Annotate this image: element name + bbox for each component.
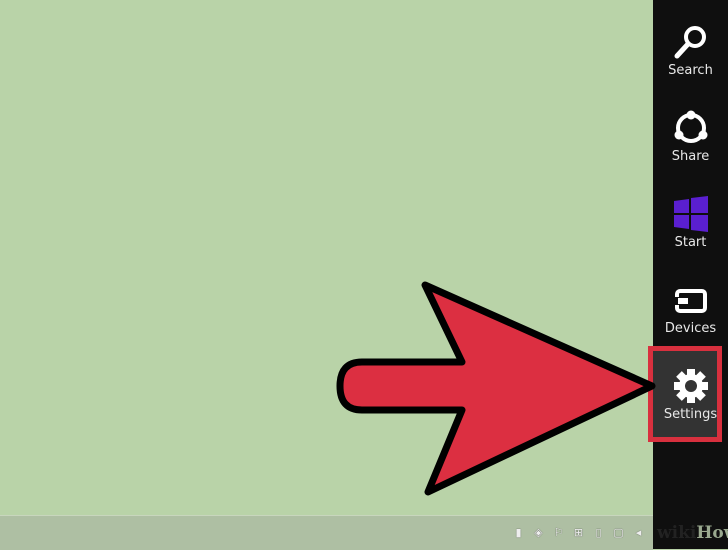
wikihow-watermark: wikiHow xyxy=(657,523,728,543)
pointer-arrow xyxy=(336,281,656,496)
watermark-how: How xyxy=(696,523,728,543)
watermark-wiki: wiki xyxy=(657,523,697,543)
